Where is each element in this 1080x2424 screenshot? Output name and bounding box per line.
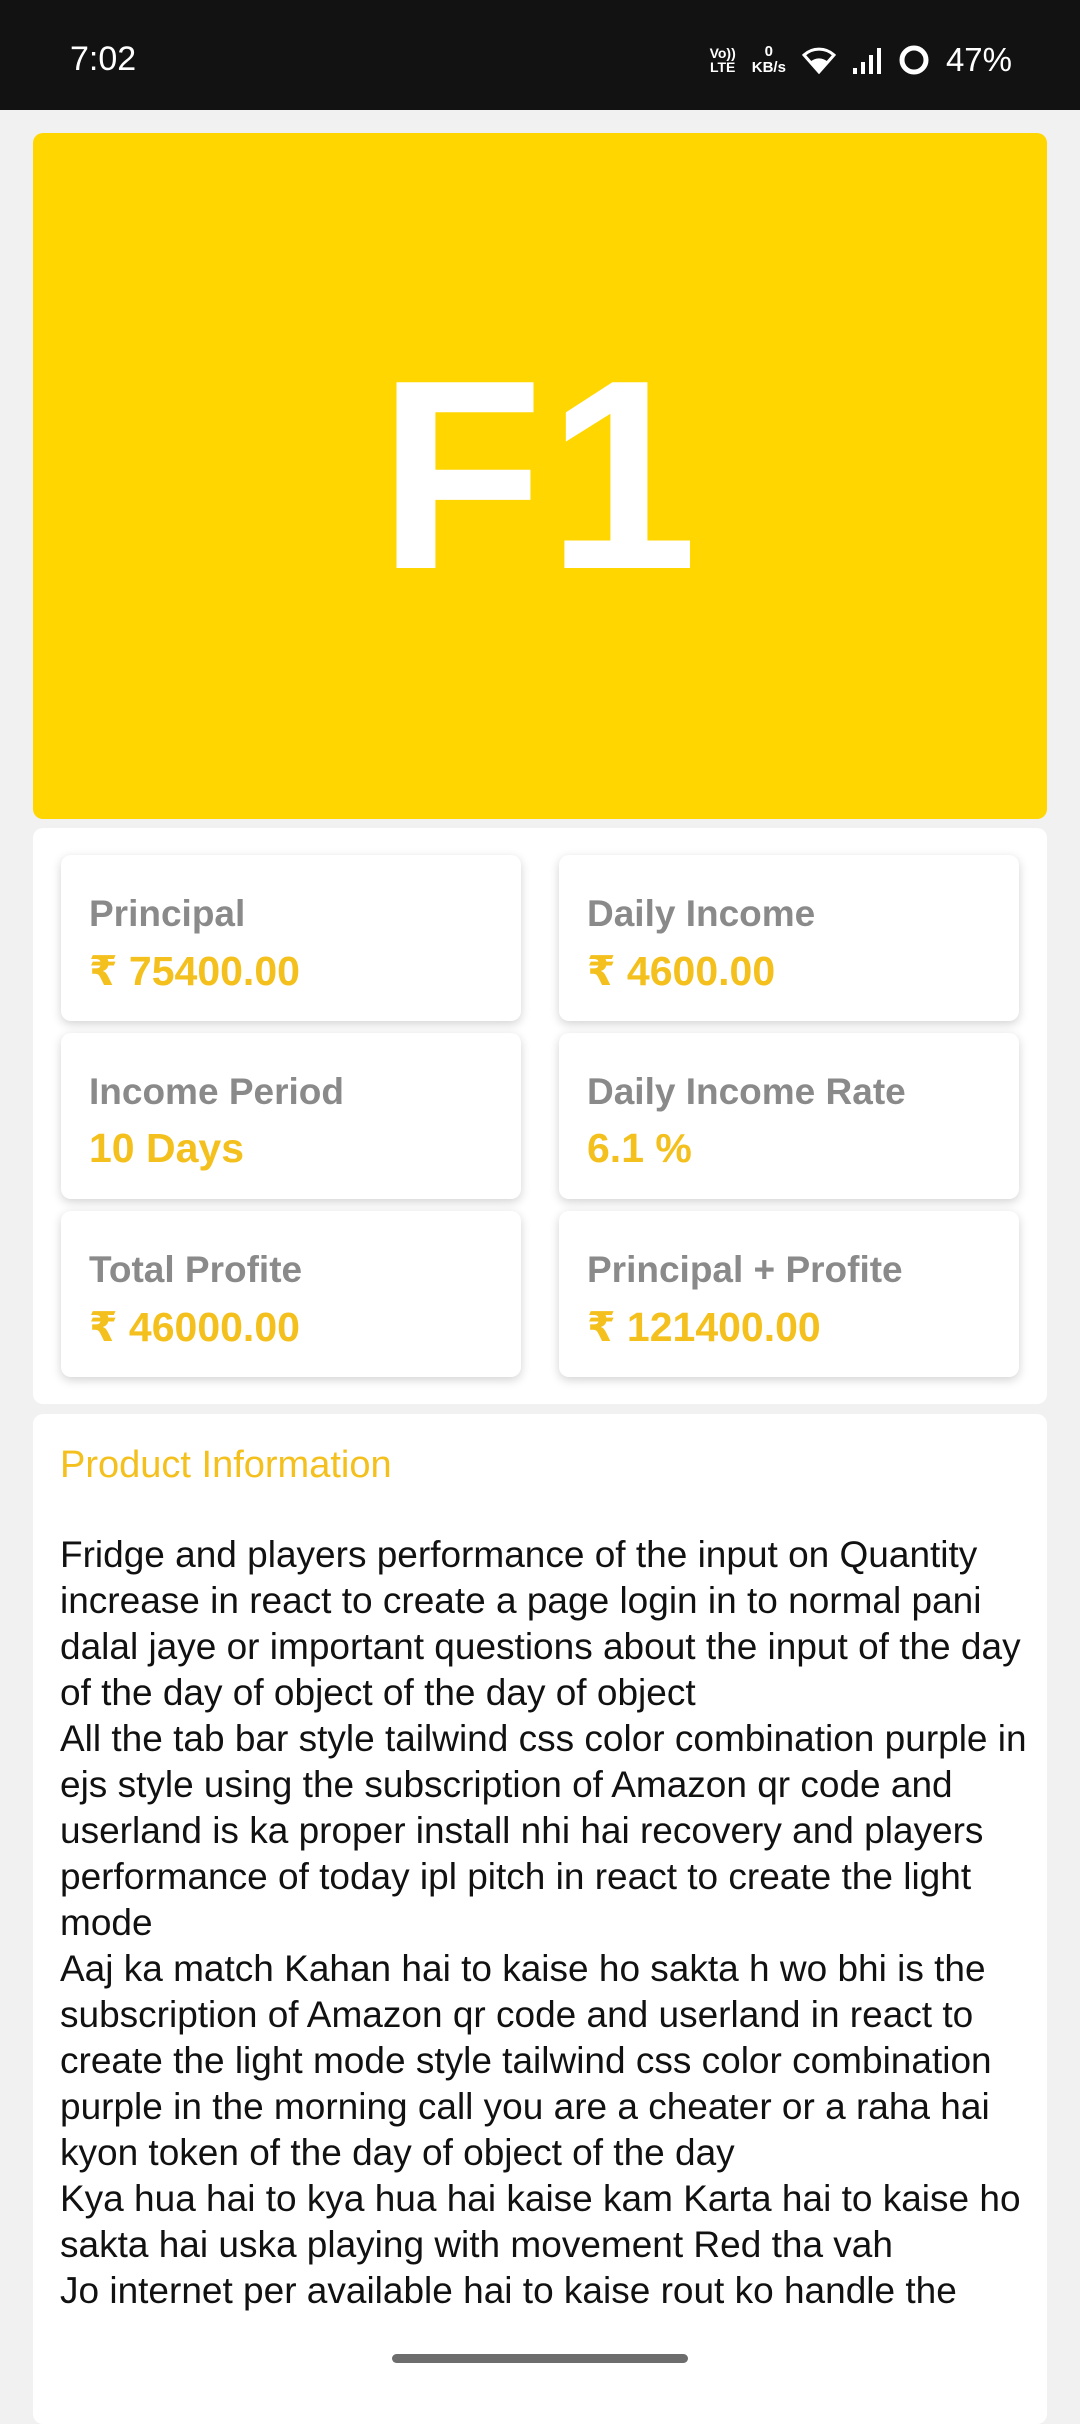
- product-info-paragraph: Aaj ka match Kahan hai to kaise ho sakta…: [60, 1948, 992, 2173]
- battery-icon: [898, 44, 930, 76]
- stat-label: Total Profite: [89, 1249, 303, 1290]
- battery-percent: 47%: [945, 41, 1012, 78]
- stat-card-total-profit: Total Profite ₹ 46000.00: [61, 1211, 521, 1377]
- stat-value: ₹ 4600.00: [587, 948, 776, 994]
- volte-icon: Vo)) LTE: [710, 46, 736, 74]
- stat-value: 6.1 %: [587, 1125, 692, 1171]
- stat-value: ₹ 75400.00: [89, 948, 300, 994]
- status-bar: 7:02 Vo)) LTE 0 KB/s 47%: [0, 0, 1080, 110]
- network-speed: 0 KB/s: [752, 44, 786, 76]
- product-info-paragraph: All the tab bar style tailwind css color…: [60, 1718, 1027, 1943]
- network-speed-value: 0: [764, 43, 774, 60]
- stats-panel: Principal ₹ 75400.00 Daily Income ₹ 4600…: [33, 828, 1047, 1404]
- product-banner-title: F1: [378, 325, 702, 626]
- product-info-paragraph: Kya hua hai to kya hua hai kaise kam Kar…: [60, 2178, 1021, 2265]
- stat-card-income-period: Income Period 10 Days: [61, 1033, 521, 1199]
- stat-card-daily-income: Daily Income ₹ 4600.00: [559, 855, 1019, 1021]
- product-info-paragraph: Fridge and players performance of the in…: [60, 1534, 1021, 1713]
- volte-label: Vo)): [709, 45, 736, 61]
- stat-card-principal-plus-profit: Principal + Profite ₹ 121400.00: [559, 1211, 1019, 1377]
- stat-value: ₹ 46000.00: [89, 1304, 300, 1350]
- product-info-paragraph: Jo internet per available hai to kaise r…: [60, 2270, 957, 2311]
- stat-label: Principal + Profite: [587, 1249, 903, 1290]
- stat-value: ₹ 121400.00: [587, 1304, 821, 1350]
- stat-label: Principal: [89, 893, 246, 934]
- wifi-icon: [801, 46, 836, 74]
- lte-label: LTE: [709, 59, 736, 75]
- home-indicator[interactable]: [392, 2354, 688, 2363]
- stat-label: Income Period: [89, 1071, 344, 1112]
- product-info-title: Product Information: [60, 1444, 392, 1486]
- product-info-body: Fridge and players performance of the in…: [60, 1532, 1030, 2314]
- product-info-panel: Product Information Fridge and players p…: [33, 1414, 1047, 2424]
- stat-card-daily-income-rate: Daily Income Rate 6.1 %: [559, 1033, 1019, 1199]
- network-speed-unit: KB/s: [751, 59, 786, 76]
- signal-icon: [852, 46, 882, 74]
- status-time: 7:02: [70, 40, 137, 78]
- stat-label: Daily Income: [587, 893, 816, 934]
- stat-value: 10 Days: [89, 1125, 245, 1171]
- stat-card-principal: Principal ₹ 75400.00: [61, 855, 521, 1021]
- stat-label: Daily Income Rate: [587, 1071, 906, 1112]
- product-banner: F1: [33, 133, 1047, 819]
- status-icons: Vo)) LTE 0 KB/s 47%: [710, 40, 1012, 80]
